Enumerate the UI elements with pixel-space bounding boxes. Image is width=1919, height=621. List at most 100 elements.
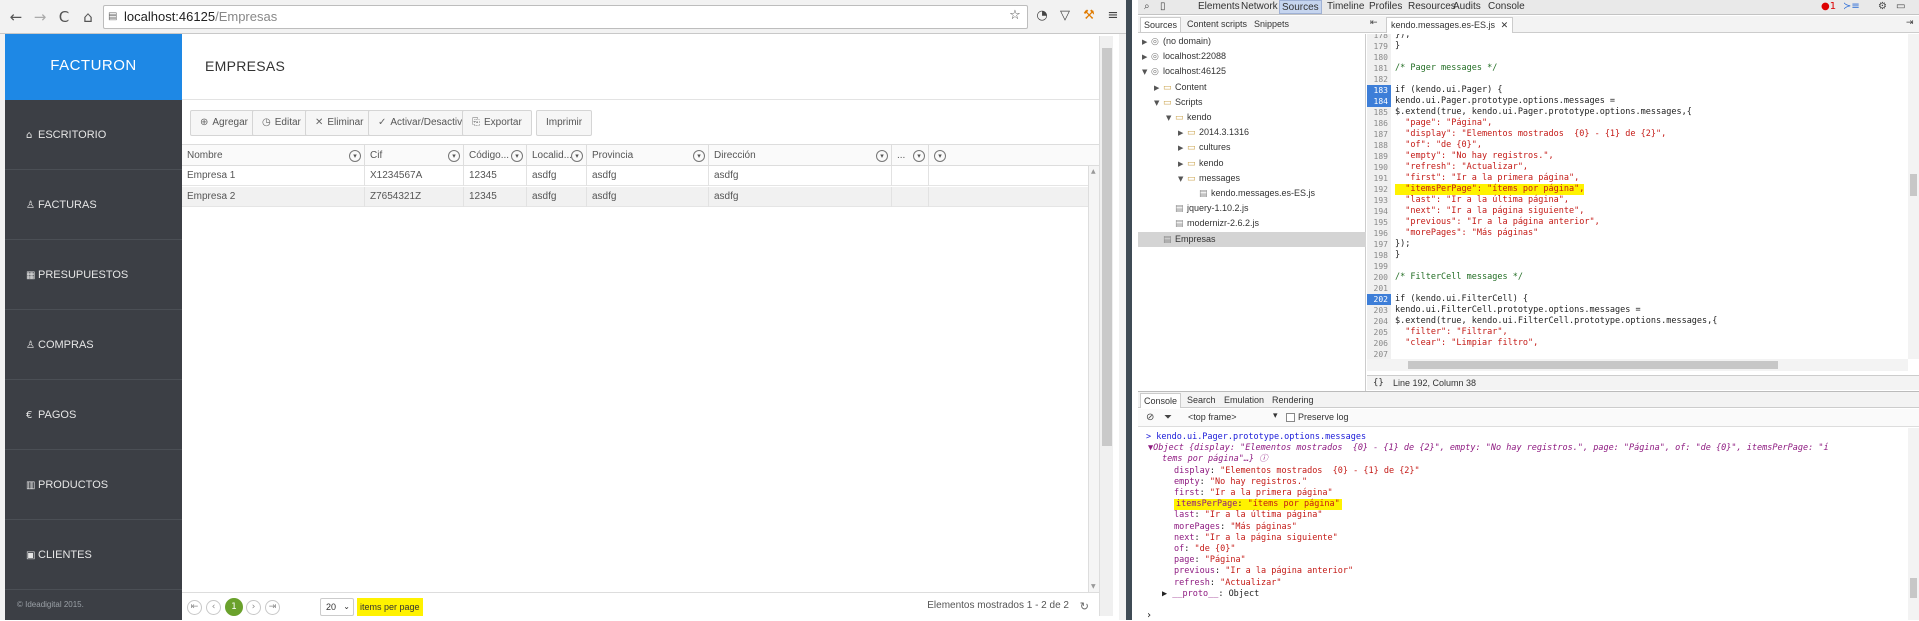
first-page-icon[interactable]: ⇤ [187,600,202,615]
frame-select[interactable]: <top frame> [1188,412,1237,422]
line-number[interactable]: 206 [1367,338,1391,349]
search-icon[interactable]: ⌕ [1144,1,1150,12]
tab-sources[interactable]: Sources [1279,0,1322,14]
tree-node[interactable]: ▶ ◎ (no domain) [1138,34,1211,49]
expand-icon[interactable]: ▶ [1178,157,1187,172]
line-number[interactable]: 199 [1367,261,1391,272]
clock-icon[interactable]: ◔ [1033,7,1051,25]
tree-node[interactable]: ▤ jquery-1.10.2.js [1138,201,1249,216]
toggle-debugger-icon[interactable]: ⇥ [1906,18,1914,28]
page-scrollbar[interactable] [1099,36,1113,616]
tab-elements[interactable]: Elements [1196,0,1242,14]
menu-icon[interactable]: ≡ [1104,7,1122,25]
line-number[interactable]: 203 [1367,305,1391,316]
line-number[interactable]: 193 [1367,195,1391,206]
filter-icon[interactable]: ▾ [876,150,888,162]
drawer-tab-console[interactable]: Console [1140,393,1182,408]
exportar-button[interactable]: ⎘ Exportar [462,110,532,136]
column-header[interactable]: Nombre ▾ [182,145,365,167]
column-header[interactable]: Provincia ▾ [587,145,709,167]
pocket-icon[interactable]: ▽ [1056,7,1074,25]
line-number[interactable]: 186 [1367,118,1391,129]
sidebar-item-escritorio[interactable]: ⌂ ESCRITORIO [5,100,182,170]
line-number[interactable]: 179 [1367,41,1391,52]
frame-dropdown-icon[interactable]: ▾ [1273,411,1278,421]
sidebar-item-compras[interactable]: ♙ COMPRAS [5,310,182,380]
tree-node[interactable]: ▤ kendo.messages.es-ES.js [1138,186,1315,201]
grid-scrollbar[interactable]: ▲ ▼ [1088,166,1099,592]
tree-node[interactable]: ▼ ▭ kendo [1138,110,1212,125]
expand-icon[interactable]: ▶ [1178,126,1187,141]
console-vscroll-thumb[interactable] [1910,578,1917,598]
tree-node[interactable]: ▶ ▭ cultures [1138,140,1231,155]
drawer-tab-rendering[interactable]: Rendering [1269,393,1317,408]
sidebar-item-facturas[interactable]: ♙ FACTURAS [5,170,182,240]
filter-icon[interactable]: ▾ [511,150,523,162]
filter-icon[interactable]: ▾ [934,150,946,162]
tree-node[interactable]: ▶ ▭ Content [1138,80,1207,95]
sidebar-item-productos[interactable]: ▥ PRODUCTOS [5,450,182,520]
toggle-navigator-icon[interactable]: ⇤ [1370,18,1378,28]
line-number[interactable]: 204 [1367,316,1391,327]
line-number[interactable]: 183 [1367,85,1391,96]
editor-hscroll-thumb[interactable] [1408,361,1778,369]
tree-node[interactable]: ▼ ◎ localhost:46125 [1138,64,1226,79]
tab-network[interactable]: Network [1239,0,1280,14]
nav-tab-content-scripts[interactable]: Content scripts [1184,17,1250,32]
console-object-summary[interactable]: ▼Object {display: "Elementos mostrados {… [1148,443,1829,454]
nav-tab-snippets[interactable]: Snippets [1251,17,1292,32]
line-number[interactable]: 198 [1367,250,1391,261]
editor-vscroll[interactable] [1908,34,1919,359]
tree-node[interactable]: ▼ ▭ messages [1138,171,1240,186]
line-number[interactable]: 182 [1367,74,1391,85]
sidebar-item-presupuestos[interactable]: ▦ PRESUPUESTOS [5,240,182,310]
prev-page-icon[interactable]: ‹ [206,600,221,615]
column-header[interactable]: ... ▾ [892,145,929,167]
expand-icon[interactable]: ▶ [1178,141,1187,156]
line-number[interactable]: 189 [1367,151,1391,162]
tree-node[interactable]: ▶ ▭ kendo [1138,156,1224,171]
column-header[interactable]: Localid... ▾ [527,145,587,167]
sidebar-item-clientes[interactable]: ▣ CLIENTES [5,520,182,590]
table-row[interactable]: Empresa 1 X1234567A 12345 asdfg asdfg asdfg [182,166,1099,186]
scroll-up-icon[interactable]: ▲ [1091,168,1096,175]
page-size-select[interactable]: 20 ⌄ [320,598,354,616]
column-header[interactable]: Código... ▾ [464,145,527,167]
home-button[interactable]: ⌂ [78,7,98,27]
filter-icon[interactable]: ▾ [913,150,925,162]
line-number[interactable]: 191 [1367,173,1391,184]
preserve-log-checkbox[interactable] [1286,413,1295,422]
line-number[interactable]: 194 [1367,206,1391,217]
tab-profiles[interactable]: Profiles [1367,0,1404,14]
line-number[interactable]: 195 [1367,217,1391,228]
filter-icon[interactable]: ▾ [693,150,705,162]
line-number[interactable]: 190 [1367,162,1391,173]
nav-tab-sources[interactable]: Sources [1140,17,1182,32]
console-vscroll[interactable] [1908,428,1919,620]
console-output[interactable]: > kendo.ui.Pager.prototype.options.messa… [1138,428,1908,621]
tab-console[interactable]: Console [1486,0,1527,14]
line-number[interactable]: 200 [1367,272,1391,283]
last-page-icon[interactable]: ⇥ [265,600,280,615]
close-tab-icon[interactable]: ✕ [1501,21,1509,31]
column-header[interactable]: Cif ▾ [365,145,464,167]
eliminar-button[interactable]: ✕ Eliminar [305,110,374,136]
device-icon[interactable]: ▯ [1160,1,1166,12]
brand-logo[interactable]: FACTURON [5,34,182,100]
editar-button[interactable]: ◷ Editar [252,110,311,136]
expand-icon[interactable]: ▶ [1142,35,1151,50]
tree-node[interactable]: ▼ ▭ Scripts [1138,95,1203,110]
line-number[interactable]: 178 [1367,34,1391,41]
collapse-icon[interactable]: ▼ [1142,65,1151,80]
drawer-tab-search[interactable]: Search [1184,393,1219,408]
line-number[interactable]: 188 [1367,140,1391,151]
line-number[interactable]: 180 [1367,52,1391,63]
next-page-icon[interactable]: › [246,600,261,615]
expand-icon[interactable]: ▶ [1162,589,1172,599]
drawer-tab-emulation[interactable]: Emulation [1221,393,1267,408]
dock-icon[interactable]: ▭ [1896,1,1905,12]
collapse-icon[interactable]: ▼ [1178,172,1187,187]
editor-vscroll-thumb[interactable] [1910,174,1917,196]
page-button-1[interactable]: 1 [225,598,243,616]
reload-button[interactable]: C [54,7,74,27]
